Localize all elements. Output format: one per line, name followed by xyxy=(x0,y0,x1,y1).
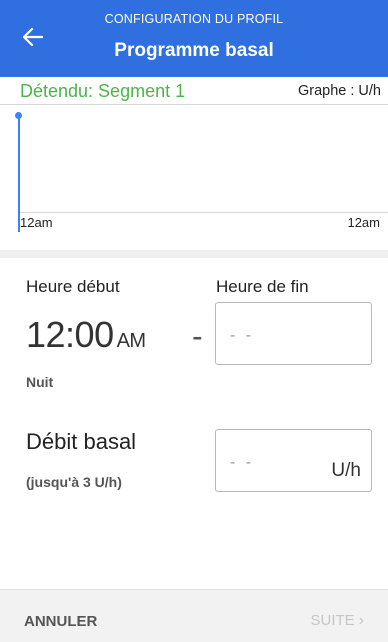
chevron-right-icon: › xyxy=(358,612,364,629)
end-time-field[interactable]: - - xyxy=(215,302,372,365)
next-button-label: SUITE xyxy=(310,612,355,629)
graph-tick-end: 12am xyxy=(347,215,380,230)
start-time-label: Heure début xyxy=(26,277,120,296)
segment-bar: Détendu: Segment 1 Graphe : U/h xyxy=(0,77,388,105)
basal-rate-hint: (jusqu'à 3 U/h) xyxy=(26,474,122,490)
graph-unit-label: Graphe : U/h xyxy=(297,83,381,99)
divider xyxy=(0,250,388,258)
segment-label: Détendu: Segment 1 xyxy=(20,81,186,101)
start-time-ampm: AM xyxy=(116,330,147,352)
time-separator: - xyxy=(192,318,203,354)
basal-rate-unit: U/h xyxy=(331,460,361,481)
basal-graph: 12am 12am xyxy=(0,105,388,250)
start-time-hours: 12:00 xyxy=(26,314,114,355)
basal-rate-label: Débit basal xyxy=(26,429,137,454)
basal-rate-field[interactable]: - - U/h xyxy=(215,429,372,492)
header-bar: CONFIGURATION DU PROFIL Programme basal xyxy=(0,0,388,77)
end-time-placeholder: - - xyxy=(230,327,255,344)
end-time-label: Heure de fin xyxy=(216,277,309,296)
cancel-button[interactable]: ANNULER xyxy=(24,613,97,630)
header-subtitle: CONFIGURATION DU PROFIL xyxy=(104,12,284,26)
page-title: Programme basal xyxy=(114,40,274,61)
graph-segment-dot xyxy=(15,112,22,119)
footer-bar: ANNULER SUITE › xyxy=(0,589,388,642)
graph-tick-start: 12am xyxy=(20,215,53,230)
next-button[interactable]: SUITE › xyxy=(310,612,364,630)
basal-rate-placeholder: - - xyxy=(230,454,255,471)
graph-axis xyxy=(19,212,388,213)
period-label: Nuit xyxy=(26,374,54,390)
start-time-value: 12:00 AM xyxy=(26,314,146,356)
